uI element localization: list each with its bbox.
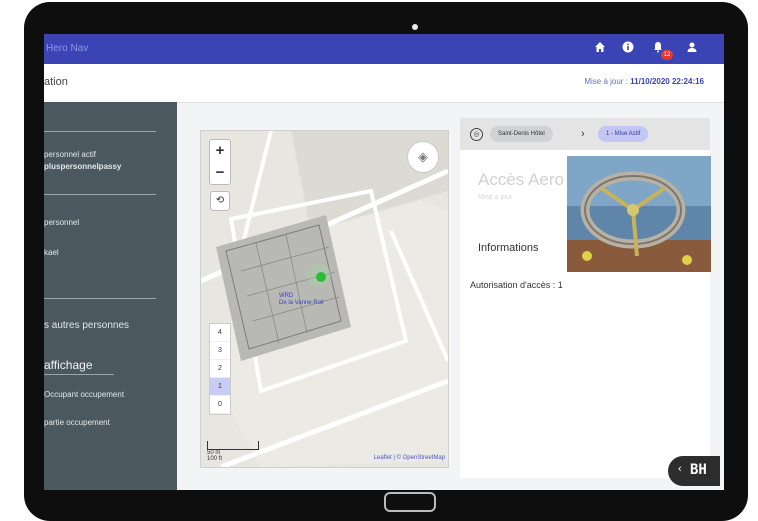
last-update-label: Mise à jour : (584, 77, 628, 86)
sidebar-item-other-people[interactable]: s autres personnes (44, 320, 129, 331)
sidebar-item-occupant[interactable]: Occupant occupement (44, 390, 124, 399)
sidebar-divider (44, 374, 114, 375)
map-marker-label-line2: De la Vanne Roll (279, 300, 324, 306)
detail-subtitle: Mise à jour (478, 194, 513, 201)
page-header: ation Mise à jour : 11/10/2020 22:24:16 (44, 64, 724, 103)
map-attribution[interactable]: Leaflet | © OpenStreetMap (374, 455, 445, 461)
map-marker-label: WRD De la Vanne Roll (279, 293, 324, 307)
floor-button[interactable]: 3 (210, 342, 230, 360)
zoom-out-button[interactable]: − (210, 162, 230, 184)
map-scale-bar (207, 441, 259, 450)
breadcrumb-floor-chip[interactable]: 1 - Mise Actif (598, 126, 649, 142)
bh-label: BH (690, 462, 707, 478)
map-view[interactable]: + − ⟲ ◈ WRD De la Vanne Roll 4 3 2 1 0 5… (200, 130, 449, 468)
map-marker-label-line1: WRD (279, 293, 294, 299)
access-authorization: Autorisation d'accès : 1 (470, 280, 563, 290)
camera-dot (412, 24, 418, 30)
map-scale: 50 m 100 ft (207, 441, 259, 462)
sidebar-item-staff[interactable]: personnel (44, 218, 79, 227)
zoom-controls: + − (209, 139, 231, 185)
sidebar-item-active-staff[interactable]: personnel actif (44, 150, 96, 159)
sidebar-divider (44, 194, 156, 195)
layers-icon[interactable]: ◈ (407, 141, 439, 173)
sidebar-item-active-staff-sub: pluspersonnelpassy (44, 162, 122, 171)
app-brand[interactable]: Hero Nav (46, 43, 88, 54)
breadcrumb-site-chip[interactable]: Saint-Denis Hôtel (490, 126, 553, 142)
notification-badge: 12 (661, 50, 673, 60)
asset-photo (567, 156, 711, 272)
sidebar-section-title: affichage (44, 358, 93, 372)
floor-button-selected[interactable]: 1 (210, 378, 230, 396)
floor-button[interactable]: 4 (210, 324, 230, 342)
tablet-home-button[interactable] (384, 492, 436, 512)
page-title: ation (44, 76, 68, 88)
last-update-value: 11/10/2020 22:24:16 (630, 77, 704, 86)
app-screen: Hero Nav 12 ation Mise à jour : 11/10/20… (44, 34, 724, 490)
floor-button[interactable]: 0 (210, 396, 230, 414)
breadcrumb: ◎ Saint-Denis Hôtel › 1 - Mise Actif (460, 118, 710, 150)
zoom-in-button[interactable]: + (210, 140, 230, 162)
map-canvas (201, 131, 448, 467)
details-panel: ◎ Saint-Denis Hôtel › 1 - Mise Actif Acc… (460, 118, 711, 478)
rotate-button[interactable]: ⟲ (210, 191, 230, 211)
floor-selector: 4 3 2 1 0 (209, 323, 231, 415)
sidebar: personnel actif pluspersonnelpassy perso… (44, 102, 177, 490)
app-bar: Hero Nav 12 (44, 34, 724, 64)
info-icon[interactable] (620, 41, 636, 57)
sidebar-item-partie[interactable]: partie occupement (44, 418, 110, 427)
chevron-right-icon: › (581, 128, 585, 140)
home-icon[interactable] (592, 41, 608, 57)
floor-button[interactable]: 2 (210, 360, 230, 378)
bh-floating-button[interactable]: ‹ BH (668, 456, 720, 486)
user-icon[interactable] (684, 41, 700, 57)
sidebar-divider (44, 298, 156, 299)
map-scale-label-bottom: 100 ft (207, 456, 223, 462)
detail-title: Accès Aero (478, 170, 564, 189)
location-icon[interactable]: ◎ (470, 128, 483, 141)
last-update: Mise à jour : 11/10/2020 22:24:16 (584, 77, 704, 86)
sidebar-divider (44, 131, 156, 132)
sidebar-item-kael[interactable]: kael (44, 248, 59, 257)
info-heading: Informations (478, 242, 539, 254)
chevron-left-icon: ‹ (678, 463, 682, 475)
